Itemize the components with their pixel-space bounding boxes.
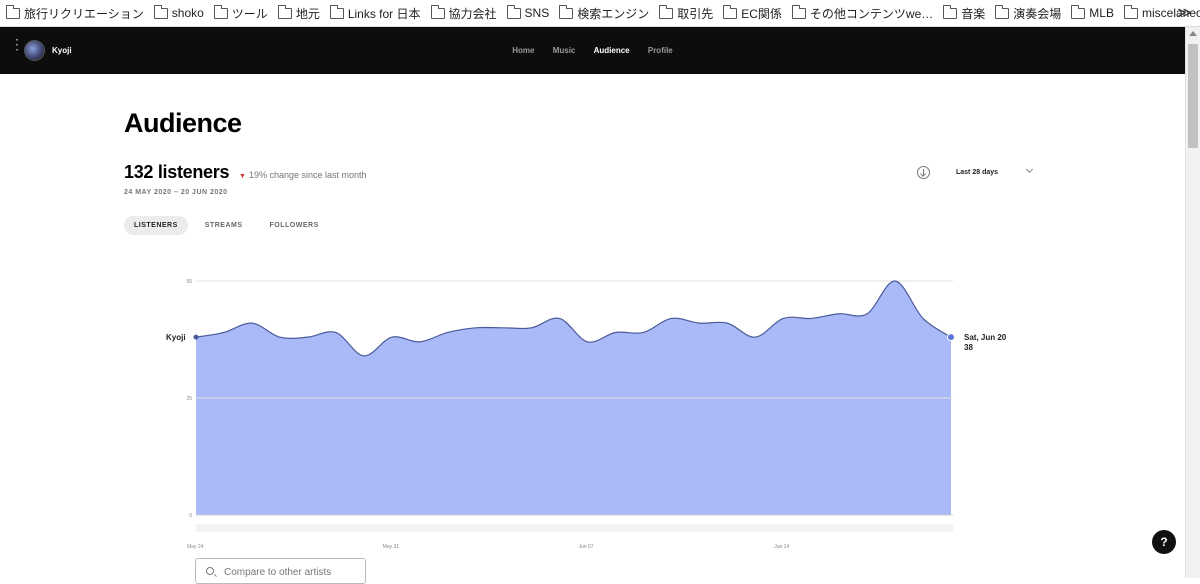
nav-link-audience[interactable]: Audience (594, 46, 630, 55)
folder-icon (506, 4, 521, 19)
bookmark-folder[interactable]: 協力会社 (430, 4, 497, 22)
folder-icon (943, 4, 958, 19)
folder-icon (995, 4, 1010, 19)
nav-link-music[interactable]: Music (553, 46, 576, 55)
app-header: ⋮ Kyoji Home Music Audience Profile (0, 27, 1185, 74)
listeners-count: 132 listeners (124, 162, 230, 182)
folder-icon (430, 4, 445, 19)
y-tick-label: 0 (189, 513, 192, 519)
chevron-down-icon[interactable] (1025, 165, 1034, 174)
bookmark-label: 旅行リクリエーション (24, 6, 144, 21)
listeners-chart[interactable]: 0 25 50 May 24 May 31 Jun 07 Jun 14 Kyoji Sat, J… (150, 265, 1030, 555)
tab-followers[interactable]: FOLLOWERS (260, 216, 329, 235)
y-tick-label: 25 (186, 396, 192, 402)
main-nav: Home Music Audience Profile (0, 46, 1185, 55)
bookmark-label: 演奏会場 (1013, 6, 1062, 21)
bookmark-label: 音楽 (961, 6, 986, 21)
date-range: 24 MAY 2020 – 20 JUN 2020 (124, 189, 228, 196)
tooltip-value: 38 (964, 343, 973, 352)
bookmark-label: EC関係 (741, 6, 782, 21)
bookmark-label: MLB (1089, 6, 1114, 20)
nav-link-home[interactable]: Home (512, 46, 534, 55)
folder-icon (1123, 4, 1138, 19)
folder-icon (6, 4, 20, 19)
series-label: Kyoji (166, 333, 186, 342)
bookmark-folder[interactable]: SNS (506, 4, 550, 22)
bookmark-folder[interactable]: MLB (1071, 4, 1114, 22)
timeline-strip[interactable] (196, 524, 953, 532)
bookmark-folder[interactable]: EC関係 (723, 4, 782, 22)
download-icon[interactable] (917, 166, 930, 179)
folder-icon (329, 4, 344, 19)
x-tick-label: May 31 (383, 544, 400, 550)
bookmark-folder[interactable]: その他コンテンツwe… (791, 4, 934, 22)
change-text: 19% change since last month (248, 170, 367, 180)
folder-icon (153, 4, 168, 19)
folder-icon (723, 4, 738, 19)
bookmark-label: Links for 日本 (347, 6, 421, 21)
bookmark-label: その他コンテンツwe… (809, 6, 934, 21)
bookmark-folder[interactable]: 音楽 (943, 4, 986, 22)
compare-artists-input[interactable]: Compare to other artists (195, 558, 366, 584)
folder-icon (791, 4, 806, 19)
bookmark-folder[interactable]: 演奏会場 (995, 4, 1062, 22)
bookmark-label: shoko (171, 6, 204, 20)
bookmark-folder[interactable]: shoko (153, 4, 204, 22)
bookmark-label: 検索エンジン (577, 6, 650, 21)
nav-link-profile[interactable]: Profile (648, 46, 673, 55)
bookmarks-bar: 旅行リクリエーション shoko ツール 地元 Links for 日本 協力会社 SNS 検… (0, 0, 1200, 27)
tooltip-date: Sat, Jun 20 (964, 333, 1007, 342)
data-point-start (193, 334, 199, 340)
bookmarks-more-button[interactable]: ≫ (1177, 4, 1192, 21)
bookmark-folder[interactable]: ツール (213, 4, 268, 22)
bookmark-folder[interactable]: 取引先 (659, 4, 714, 22)
folder-icon (277, 4, 292, 19)
bookmark-label: SNS (524, 6, 550, 20)
search-icon (206, 567, 214, 575)
bookmark-folder[interactable]: Links for 日本 (329, 4, 421, 22)
folder-icon (1071, 4, 1086, 19)
tab-listeners[interactable]: LISTENERS (124, 216, 188, 235)
bookmark-label: ツール (231, 6, 268, 21)
compare-placeholder: Compare to other artists (224, 567, 332, 578)
bookmark-label: 協力会社 (448, 6, 497, 21)
scroll-up-arrow-icon[interactable] (1189, 31, 1197, 36)
period-select[interactable]: Last 28 days (956, 169, 998, 176)
bookmark-folder[interactable]: 旅行リクリエーション (6, 4, 144, 22)
x-tick-label: Jun 07 (578, 544, 593, 550)
scrollbar-thumb[interactable] (1188, 44, 1198, 148)
bookmark-folder[interactable]: 地元 (277, 4, 320, 22)
down-triangle-icon: ▼ (239, 173, 246, 180)
listeners-change: ▼ 19% change since last month (239, 170, 367, 180)
x-tick-label: May 24 (187, 544, 204, 550)
vertical-scrollbar[interactable] (1185, 27, 1200, 578)
page-title: Audience (124, 108, 242, 138)
folder-icon (213, 4, 228, 19)
x-tick-label: Jun 14 (774, 544, 789, 550)
folder-icon (659, 4, 674, 19)
bookmark-folder[interactable]: 検索エンジン (559, 4, 650, 22)
bookmark-label: 地元 (295, 6, 320, 21)
help-button[interactable]: ? (1152, 530, 1176, 554)
folder-icon (559, 4, 574, 19)
tab-streams[interactable]: STREAMS (195, 216, 253, 235)
metric-tabs: LISTENERS STREAMS FOLLOWERS (124, 216, 336, 235)
data-point-end[interactable] (947, 333, 955, 342)
y-tick-label: 50 (186, 279, 192, 285)
bookmark-label: 取引先 (677, 6, 714, 21)
